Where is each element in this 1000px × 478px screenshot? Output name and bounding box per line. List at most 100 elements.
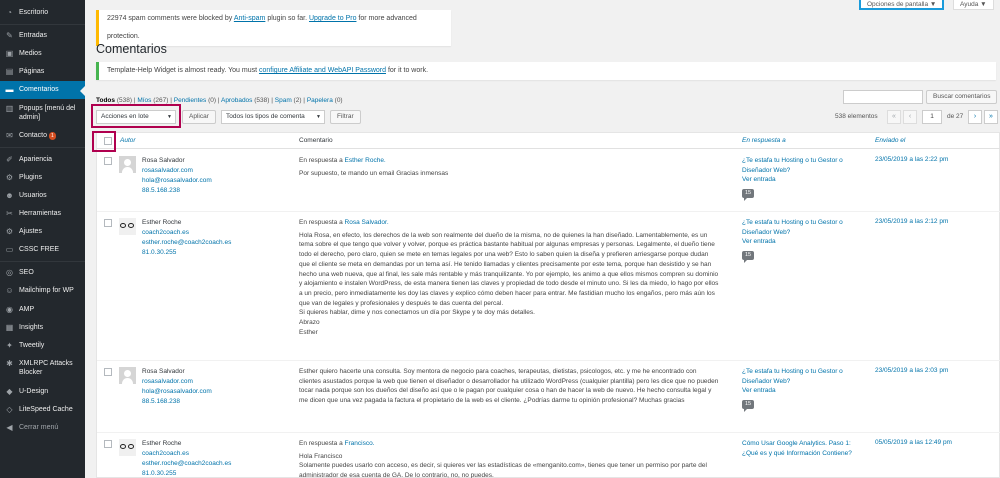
comment-date[interactable]: 23/05/2019 a las 2:03 pm: [875, 367, 948, 374]
filter-pendientes[interactable]: Pendientes: [174, 97, 207, 104]
pin-icon: ✎: [6, 31, 13, 40]
author-ip-link[interactable]: 81.0.30.255: [142, 248, 262, 258]
sidebar-item-label: Entradas: [19, 32, 48, 39]
row-checkbox[interactable]: [104, 157, 112, 165]
post-link[interactable]: ¿Te estafa tu Hosting o tu Gestor o Dise…: [742, 157, 843, 174]
last-page-button[interactable]: »: [984, 110, 998, 124]
column-sent[interactable]: Enviado el: [875, 137, 905, 144]
filter-spam[interactable]: Spam: [275, 97, 292, 104]
author-site-link[interactable]: coach2coach.es: [142, 228, 262, 238]
screen-options-label: Opciones de pantalla: [867, 1, 929, 8]
row-checkbox[interactable]: [104, 368, 112, 376]
sidebar-item-insights[interactable]: ▦ Insights: [0, 323, 85, 332]
comment-text: Abrazo: [299, 319, 320, 327]
upgrade-link[interactable]: Upgrade to Pro: [309, 15, 356, 22]
author-ip-link[interactable]: 88.5.168.238: [142, 186, 262, 196]
sidebar-item-xmlrpc[interactable]: ✱ XMLRPC Attacks Blocker: [0, 359, 85, 377]
screen-options-button[interactable]: Opciones de pantalla ▼: [859, 0, 945, 10]
next-page-button[interactable]: ›: [968, 110, 982, 124]
comment-date[interactable]: 05/05/2019 a las 12:49 pm: [875, 439, 952, 446]
sidebar-item-tweetily[interactable]: ✦ Tweetily: [0, 341, 85, 350]
sidebar-item-contacto[interactable]: ✉ Contacto 1: [0, 131, 85, 140]
author-site-link[interactable]: rosasalvador.com: [142, 166, 262, 176]
column-response[interactable]: En respuesta a: [742, 137, 786, 144]
sidebar-item-litespeed[interactable]: ◇ LiteSpeed Cache: [0, 405, 85, 414]
design-icon: ◆: [6, 387, 13, 396]
comment-text: Esther: [299, 328, 318, 336]
author-email-link[interactable]: hola@rosasalvador.com: [142, 387, 262, 397]
author-site-link[interactable]: coach2coach.es: [142, 449, 262, 459]
sidebar-collapse-menu[interactable]: ◀ Cerrar menú: [0, 423, 85, 432]
comment-author: Esther Roche coach2coach.es esther.roche…: [142, 439, 262, 478]
filter-button[interactable]: Filtrar: [330, 110, 361, 124]
sidebar-item-escritorio[interactable]: ◔ Escritorio: [0, 8, 85, 17]
current-page-input[interactable]: 1: [922, 110, 942, 124]
sidebar-item-popups[interactable]: ▥ Popups [menú del admin]: [0, 104, 85, 122]
sidebar-item-u-design[interactable]: ◆ U-Design: [0, 387, 85, 396]
sidebar-item-paginas[interactable]: ▤ Páginas: [0, 67, 85, 76]
filter-todos[interactable]: Todos: [96, 97, 115, 104]
dashboard-icon: ◔: [7, 8, 12, 17]
sidebar-item-medios[interactable]: ▣ Medios: [0, 49, 85, 58]
filter-papelera[interactable]: Papelera: [307, 97, 333, 104]
sidebar-item-label: Cerrar menú: [19, 424, 59, 431]
sidebar-item-mailchimp[interactable]: ☺ Mailchimp for WP: [0, 286, 85, 295]
author-ip-link[interactable]: 88.5.168.238: [142, 397, 262, 407]
sidebar-item-ajustes[interactable]: ⚙ Ajustes: [0, 227, 85, 236]
filter-count: (538): [254, 97, 270, 104]
in-reply-link[interactable]: Francisco.: [345, 440, 375, 447]
configure-link[interactable]: configure Affiliate and WebAPI Password: [259, 67, 386, 74]
page-title: Comentarios: [96, 42, 167, 56]
sidebar-item-label: Tweetily: [19, 342, 45, 349]
author-email-link[interactable]: esther.roche@coach2coach.es: [142, 238, 262, 248]
comment-author: Rosa Salvador rosasalvador.com hola@rosa…: [142, 156, 262, 196]
sidebar-item-herramientas[interactable]: ✂ Herramientas: [0, 209, 85, 218]
anti-spam-link[interactable]: Anti-spam: [234, 15, 266, 22]
notification-badge: 1: [49, 132, 56, 140]
search-comments-button[interactable]: Buscar comentarios: [926, 90, 998, 104]
sidebar-item-seo[interactable]: ◎ SEO: [0, 268, 85, 277]
comment-count-bubble[interactable]: 15: [742, 188, 755, 201]
column-author[interactable]: Autor: [120, 137, 136, 144]
help-button[interactable]: Ayuda ▼: [953, 0, 994, 10]
post-link[interactable]: ¿Te estafa tu Hosting o tu Gestor o Dise…: [742, 368, 843, 385]
in-reply-link[interactable]: Rosa Salvador.: [345, 219, 389, 226]
sidebar-item-plugins[interactable]: ⚙ Plugins: [0, 173, 85, 182]
apply-button[interactable]: Aplicar: [182, 110, 216, 124]
comment-date[interactable]: 23/05/2019 a las 2:12 pm: [875, 218, 948, 225]
in-reply-link[interactable]: Esther Roche.: [345, 157, 386, 164]
view-post-link[interactable]: Ver entrada: [742, 237, 862, 247]
author-site-link[interactable]: rosasalvador.com: [142, 377, 262, 387]
comment-status-filters: Todos (538) | Míos (267) | Pendientes (0…: [96, 97, 343, 104]
comment-date[interactable]: 23/05/2019 a las 2:22 pm: [875, 156, 948, 163]
widget-notice: Template-Help Widget is almost ready. Yo…: [96, 62, 996, 80]
comment-count-bubble[interactable]: 15: [742, 250, 755, 263]
sidebar-item-label: CSSC FREE: [19, 246, 60, 253]
author-email-link[interactable]: hola@rosasalvador.com: [142, 176, 262, 186]
comment-count-bubble[interactable]: 15: [742, 399, 755, 412]
post-link[interactable]: ¿Te estafa tu Hosting o tu Gestor o Dise…: [742, 219, 843, 236]
post-link[interactable]: Cómo Usar Google Analytics. Paso 1: ¿Qué…: [742, 440, 852, 457]
sidebar-item-comentarios[interactable]: ▬ Comentarios: [0, 81, 85, 99]
first-page-button[interactable]: «: [887, 110, 901, 124]
comment-type-select[interactable]: Todos los tipos de comenta ▼: [221, 110, 325, 124]
row-checkbox[interactable]: [104, 219, 112, 227]
filter-aprobados[interactable]: Aprobados: [221, 97, 252, 104]
row-checkbox[interactable]: [104, 440, 112, 448]
sidebar-item-entradas[interactable]: ✎ Entradas: [0, 31, 85, 40]
comment-type-value: Todos los tipos de comenta: [226, 113, 305, 120]
prev-page-button[interactable]: ‹: [903, 110, 917, 124]
view-post-link[interactable]: Ver entrada: [742, 175, 862, 185]
author-ip-link[interactable]: 81.0.30.255: [142, 469, 262, 478]
sidebar-item-apariencia[interactable]: ✐ Apariencia: [0, 155, 85, 164]
sidebar-item-cssc-free[interactable]: ▭ CSSC FREE: [0, 245, 85, 254]
sidebar-item-amp[interactable]: ◉ AMP: [0, 305, 85, 314]
plugin-icon: ⚙: [5, 173, 14, 182]
filter-mios[interactable]: Míos: [137, 97, 151, 104]
search-input[interactable]: [843, 90, 923, 104]
view-post-link[interactable]: Ver entrada: [742, 386, 862, 396]
comment-author: Esther Roche coach2coach.es esther.roche…: [142, 218, 262, 258]
amp-icon: ◉: [6, 305, 13, 314]
sidebar-item-usuarios[interactable]: ☻ Usuarios: [0, 191, 85, 200]
author-email-link[interactable]: esther.roche@coach2coach.es: [142, 459, 262, 469]
